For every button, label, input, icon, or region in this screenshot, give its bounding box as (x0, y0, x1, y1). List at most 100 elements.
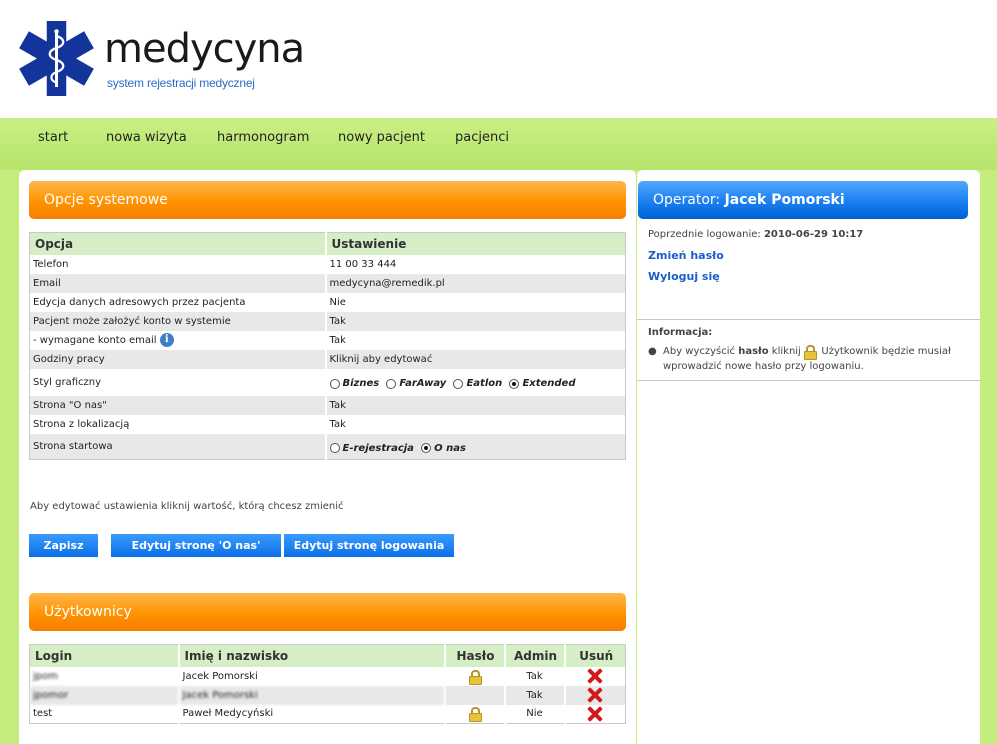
option-value[interactable]: Kliknij aby edytować (324, 349, 626, 369)
password-cell (443, 704, 505, 724)
option-value[interactable]: Tak (324, 414, 626, 434)
bullet: ● (648, 346, 657, 357)
nav-item-new-patient[interactable]: nowy pacjent (338, 130, 425, 145)
divider (637, 380, 980, 381)
radio-start-erejestracja[interactable] (329, 443, 340, 453)
delete-cell (563, 685, 626, 705)
user-login: test (33, 708, 53, 720)
radio-label: Biznes (342, 378, 380, 390)
option-value[interactable]: Nie (324, 292, 626, 312)
edit-hint: Aby edytować ustawienia kliknij wartość,… (30, 501, 344, 512)
password-cell (443, 666, 505, 686)
col-password: Hasło (443, 644, 505, 667)
divider (637, 319, 980, 320)
user-login: jpom (33, 670, 58, 682)
col-delete: Usuń (563, 644, 626, 667)
table-row: Strona startowa E-rejestracja O nas (29, 433, 626, 460)
table-row: jpomor Jacek Pomorski Tak (29, 685, 626, 705)
option-label: Edycja danych adresowych przez pacjenta (33, 296, 246, 308)
option-label: Godziny pracy (29, 349, 326, 369)
lock-icon[interactable] (469, 707, 482, 723)
nav-item-start[interactable]: start (38, 130, 68, 145)
radio-label: O nas (434, 442, 466, 454)
info-text: ● Aby wyczyścić hasło kliknij . Użytkown… (648, 344, 963, 374)
option-label-text: - wymagane konto email (33, 335, 157, 346)
table-row: Edycja danych adresowych przez pacjenta … (30, 292, 626, 312)
change-password-link[interactable]: Zmień hasło (648, 249, 724, 262)
table-row: - wymagane konto email i Tak (30, 330, 626, 350)
last-login: Poprzednie logowanie: 2010-06-29 10:17 (648, 229, 863, 240)
option-label: Pacjent może założyć konto w systemie (29, 311, 326, 331)
delete-cell (563, 666, 626, 686)
table-row: Email medycyna@remedik.pl (29, 273, 626, 293)
table-row: test Paweł Medycyński Nie (30, 704, 626, 724)
col-setting: Ustawienie (324, 232, 626, 255)
radio-style-eatlon[interactable] (453, 378, 464, 389)
radio-start-about[interactable] (421, 443, 432, 453)
header: medycyna system rejestracji medycznej (0, 0, 997, 118)
option-label: Telefon (33, 258, 69, 270)
logout-link[interactable]: Wyloguj się (648, 270, 720, 283)
user-admin[interactable]: Tak (503, 685, 565, 705)
star-of-life-icon (19, 21, 94, 96)
user-name: Paweł Medycyński (177, 704, 445, 724)
info-text-1: Aby wyczyścić (663, 346, 739, 357)
lock-icon[interactable] (469, 669, 482, 685)
option-value[interactable]: Tak (324, 311, 626, 331)
nav-item-new-visit[interactable]: nowa wizyta (106, 130, 187, 145)
option-label: Styl graficzny (33, 376, 102, 388)
user-admin[interactable]: Tak (503, 666, 565, 686)
password-cell (443, 685, 505, 705)
options-header: Opcje systemowe (29, 181, 626, 219)
col-name: Imię i nazwisko (177, 644, 445, 667)
logo-subtitle: system rejestracji medycznej (107, 76, 255, 90)
radio-style-faraway[interactable] (386, 378, 397, 389)
option-label: Strona startowa (29, 433, 326, 460)
lock-icon (804, 344, 818, 360)
option-value[interactable]: Tak (324, 395, 626, 415)
start-radio-group: E-rejestracja O nas (324, 433, 626, 460)
info-text-bold: hasło (738, 346, 769, 357)
nav-item-patients[interactable]: pacjenci (455, 130, 509, 145)
operator-label: Operator: (653, 192, 721, 208)
edit-about-button[interactable]: Edytuj stronę 'O nas' (111, 534, 281, 557)
table-row: Telefon 11 00 33 444 (30, 254, 626, 274)
delete-icon[interactable] (587, 687, 603, 703)
table-row: Strona "O nas" Tak (29, 395, 626, 415)
info-text-2: kliknij (768, 346, 805, 357)
user-admin[interactable]: Nie (503, 704, 565, 724)
table-row: Godziny pracy Kliknij aby edytować (29, 349, 626, 369)
users-table: Login Imię i nazwisko Hasło Admin Usuń j… (29, 644, 626, 724)
user-name: Jacek Pomorski (177, 685, 445, 705)
table-row: Pacjent może założyć konto w systemie Ta… (29, 311, 626, 331)
option-value[interactable]: medycyna@remedik.pl (324, 273, 626, 293)
col-login: Login (29, 644, 179, 667)
operator-header: Operator: Jacek Pomorski (638, 181, 968, 219)
user-name: Jacek Pomorski (177, 666, 445, 686)
info-icon[interactable]: i (159, 333, 174, 347)
options-table: Opcja Ustawienie Telefon 11 00 33 444 Em… (29, 232, 626, 460)
delete-cell (563, 704, 626, 724)
option-label: - wymagane konto email i (30, 331, 326, 350)
col-admin: Admin (503, 644, 565, 667)
save-button[interactable]: Zapisz (29, 534, 98, 557)
table-row: jpom Jacek Pomorski Tak (30, 666, 626, 686)
delete-icon[interactable] (587, 668, 603, 684)
last-login-label: Poprzednie logowanie: (648, 229, 761, 240)
radio-label: FarAway (399, 378, 447, 390)
table-row: Strona z lokalizacją Tak (30, 414, 626, 434)
delete-icon[interactable] (587, 706, 603, 722)
option-value[interactable]: Tak (324, 330, 626, 350)
option-value[interactable]: 11 00 33 444 (324, 254, 626, 274)
nav-item-schedule[interactable]: harmonogram (217, 130, 309, 145)
option-label: Email (29, 273, 326, 293)
radio-style-biznes[interactable] (329, 378, 340, 389)
radio-style-extended[interactable] (509, 378, 520, 389)
logo-title: medycyna (104, 26, 305, 72)
edit-login-button[interactable]: Edytuj stronę logowania (284, 534, 454, 557)
radio-label: Extended (522, 378, 576, 390)
user-login: jpomor (29, 685, 179, 705)
info-title: Informacja: (648, 327, 713, 338)
table-row: Styl graficzny Biznes FarAway Eatlon Ext… (30, 368, 626, 396)
option-label: Strona "O nas" (29, 395, 326, 415)
